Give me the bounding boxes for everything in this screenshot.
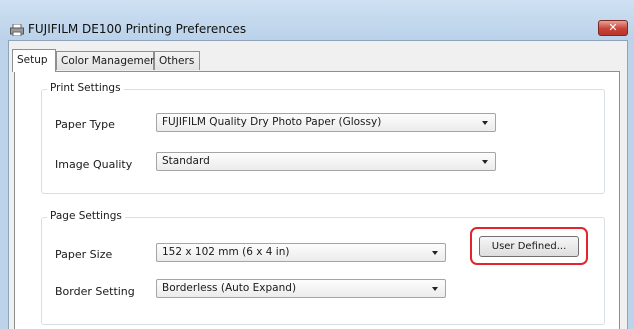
close-button[interactable]: ✕ [598,20,628,36]
page-settings-label: Page Settings [47,210,125,222]
close-icon: ✕ [608,21,618,34]
window-title: FUJIFILM DE100 Printing Preferences [28,22,247,36]
tab-color-management[interactable]: Color Management [56,51,161,70]
user-defined-button-label: User Defined... [491,241,567,252]
border-setting-value: Borderless (Auto Expand) [162,282,297,294]
paper-type-dropdown[interactable]: FUJIFILM Quality Dry Photo Paper (Glossy… [156,113,496,132]
chevron-down-icon [482,160,488,164]
print-settings-group [41,89,605,194]
setup-tab-panel: Print Settings Paper Type FUJIFILM Quali… [14,71,620,329]
chevron-down-icon [432,251,438,255]
tab-color-management-label: Color Management [61,55,161,67]
image-quality-dropdown[interactable]: Standard [156,152,496,171]
tab-others-label: Others [159,55,195,67]
tab-others[interactable]: Others [154,51,200,70]
tab-setup-label: Setup [17,54,48,66]
printer-icon [10,24,24,36]
preferences-window: FUJIFILM DE100 Printing Preferences ✕ Se… [0,0,634,329]
image-quality-value: Standard [162,155,210,167]
border-setting-label: Border Setting [55,285,135,298]
tab-setup[interactable]: Setup [12,49,56,72]
paper-type-value: FUJIFILM Quality Dry Photo Paper (Glossy… [162,116,382,128]
paper-size-label: Paper Size [55,248,113,261]
paper-type-label: Paper Type [55,118,115,131]
paper-size-value: 152 x 102 mm (6 x 4 in) [162,246,290,258]
print-settings-label: Print Settings [47,82,124,94]
image-quality-label: Image Quality [55,158,133,171]
chevron-down-icon [482,121,488,125]
title-bar[interactable]: FUJIFILM DE100 Printing Preferences ✕ [0,0,634,40]
paper-size-dropdown[interactable]: 152 x 102 mm (6 x 4 in) [156,243,446,262]
user-defined-button[interactable]: User Defined... [479,236,579,257]
chevron-down-icon [432,287,438,291]
border-setting-dropdown[interactable]: Borderless (Auto Expand) [156,279,446,298]
